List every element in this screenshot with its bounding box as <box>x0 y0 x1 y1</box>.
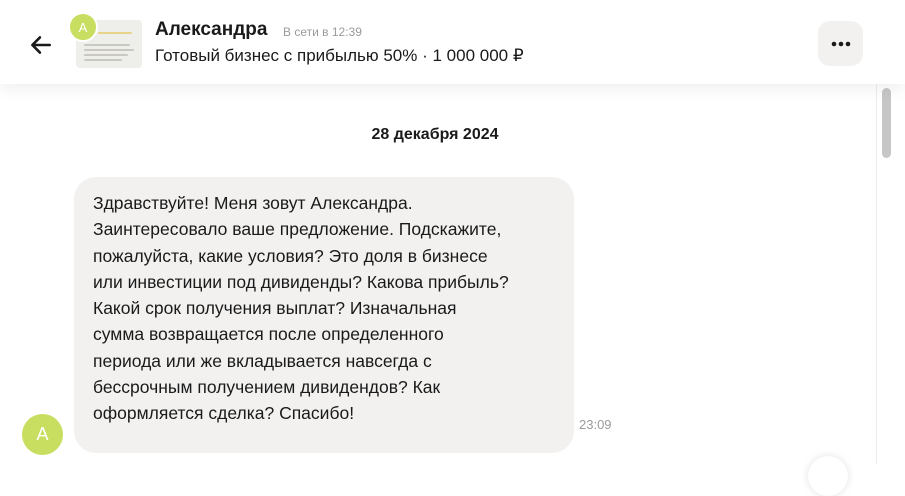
scrollbar[interactable] <box>876 84 897 464</box>
date-separator: 28 декабря 2024 <box>371 126 499 143</box>
message-time: 23:09 <box>579 417 612 432</box>
listing-title[interactable]: Готовый бизнес с прибылью 50% · 1 000 00… <box>155 46 524 66</box>
message-bubble[interactable]: Здравствуйте! Меня зовут Александра. Заи… <box>74 177 574 453</box>
scrollbar-thumb[interactable] <box>882 88 891 158</box>
arrow-left-icon <box>31 36 51 54</box>
scroll-down-button[interactable] <box>808 456 848 496</box>
contact-avatar[interactable]: А <box>68 12 98 42</box>
more-horizontal-icon <box>831 41 850 46</box>
contact-name[interactable]: Александра <box>155 19 267 41</box>
message-text: Здравствуйте! Меня зовут Александра. Заи… <box>93 193 509 424</box>
back-button[interactable] <box>24 28 58 62</box>
online-status: В сети в 12:39 <box>283 25 362 39</box>
message-avatar[interactable]: А <box>22 414 63 455</box>
more-options-button[interactable] <box>818 21 863 66</box>
chat-header: А Александра В сети в 12:39 Готовый бизн… <box>0 0 905 84</box>
